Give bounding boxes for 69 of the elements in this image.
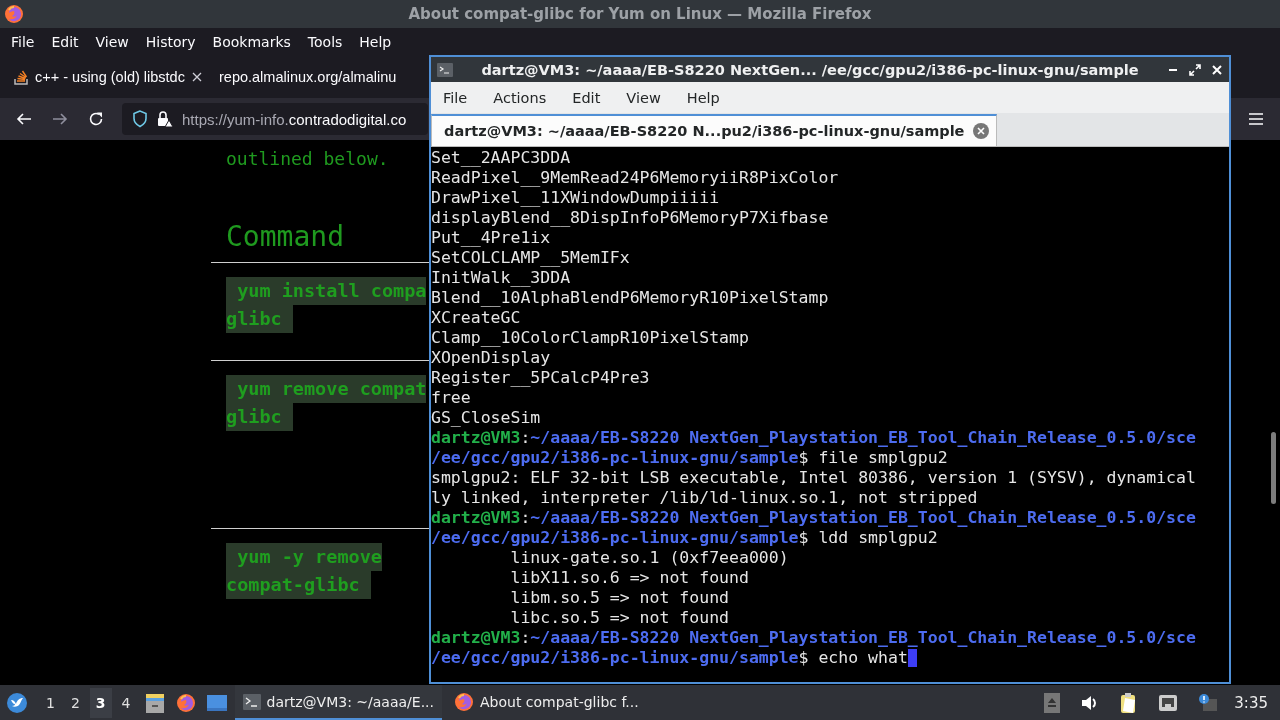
terminal-text: $ ldd smplgpu2	[798, 528, 938, 548]
code-snippet: yum install compa	[226, 277, 427, 305]
code-snippet: glibc	[226, 403, 293, 431]
terminal-text: :	[520, 428, 531, 448]
code-snippet: glibc	[226, 305, 293, 333]
terminal-text: :	[520, 508, 531, 528]
terminal-text: linux-gate.so.1 (0xf7eea000)	[509, 548, 789, 568]
code-snippet: yum remove compat	[226, 375, 427, 403]
menu-item[interactable]: Help	[352, 32, 402, 52]
prompt-path: /ee/gcc/gpu2/i386-pc-linux-gnu/sample	[431, 528, 799, 548]
terminal-text: free	[431, 388, 471, 408]
terminal-text: Set__2AAPC3DDA	[431, 148, 571, 168]
taskbar-task[interactable]: dartz@VM3: ~/aaaa/E...	[234, 685, 442, 720]
menu-item[interactable]: File	[433, 89, 478, 106]
workspace-button[interactable]: 2	[64, 687, 86, 718]
terminal-text: GS_CloseSim	[431, 408, 541, 428]
terminal-text: displayBlend__8DispInfoP6MemoryP7Xifbase	[431, 208, 829, 228]
menu-item[interactable]: Edit	[562, 89, 611, 106]
menu-item[interactable]: Edit	[44, 32, 89, 52]
window-title: dartz@VM3: ~/aaaa/EB-S8220 NextGen... /ee/gcc/gpu2/i386-pc-linux-gnu/sample	[480, 61, 1140, 78]
menu-item[interactable]: View	[616, 89, 671, 106]
terminal-text: libc.so.5 => not found	[509, 608, 729, 628]
workspace-button[interactable]: 4	[115, 687, 137, 718]
menu-item[interactable]: File	[4, 32, 45, 52]
terminal-text: Blend__10AlphaBlendP6MemoryR10PixelStamp	[431, 288, 829, 308]
terminal-text: Put__4Pre1ix	[431, 228, 551, 248]
paragraph: outlined below.	[226, 148, 390, 169]
menu-item[interactable]: Actions	[483, 89, 557, 106]
prompt-path: /ee/gcc/gpu2/i386-pc-linux-gnu/sample	[431, 448, 799, 468]
prompt-path: ~/aaaa/EB-S8220 NextGen_Playstation_EB_Tool_Chain_Release_0.5.0/sce	[530, 628, 1196, 648]
terminal-text: ReadPixel__9MemRead24P6MemoryiiR8PixColor	[431, 168, 839, 188]
terminal-text: XCreateGC	[431, 308, 521, 328]
browser-tab[interactable]: c++ - using (old) libstdc	[6, 60, 211, 94]
terminal-text: libX11.so.6 => not found	[509, 568, 749, 588]
workspace-button[interactable]: 3	[89, 687, 112, 718]
terminal-text: ly linked, interpreter /lib/ld-linux.so.1, not stripped	[431, 488, 978, 508]
terminal-text: DrawPixel__11XWindowDumpiiiii	[431, 188, 720, 208]
url-text: https://yum-info.contradodigital.co	[182, 110, 407, 128]
terminal-text: :	[520, 628, 531, 648]
terminal-tab[interactable]: dartz@VM3: ~/aaaa/EB-S8220 N...pu2/i386-pc-linux-gnu/sample	[431, 114, 998, 146]
terminal-text: $ file smplgpu2	[798, 448, 948, 468]
address-bar[interactable]: https://yum-info.contradodigital.co	[122, 103, 428, 135]
terminal-text: $ echo what	[798, 648, 908, 668]
terminal-text: smplgpu2: ELF 32-bit LSB executable, Intel 80386, version 1 (SYSV), dynamical	[431, 468, 1196, 488]
terminal-text: InitWalk__3DDA	[431, 268, 571, 288]
terminal-text: SetCOLCLAMP__5MemIFx	[431, 248, 630, 268]
workspace-button[interactable]: 1	[40, 687, 61, 718]
prompt-user: dartz@VM3	[431, 428, 521, 448]
terminal-text: Register__5PCalcP4Pre3	[431, 368, 650, 388]
menu-item[interactable]: Tools	[300, 32, 353, 52]
code-snippet: yum -y remove	[226, 543, 382, 571]
window-title: About compat-glibc for Yum on Linux — Mozilla Firefox	[408, 5, 872, 23]
terminal-text: XOpenDisplay	[431, 348, 551, 368]
prompt-user: dartz@VM3	[431, 508, 521, 528]
menu-item[interactable]: View	[88, 32, 139, 52]
menu-item[interactable]: Help	[676, 89, 730, 106]
heading: Command	[226, 219, 345, 255]
prompt-path: ~/aaaa/EB-S8220 NextGen_Playstation_EB_Tool_Chain_Release_0.5.0/sce	[530, 508, 1196, 528]
menu-item[interactable]: Bookmarks	[205, 32, 301, 52]
menu-item[interactable]: History	[138, 32, 206, 52]
terminal-text: Clamp__10ColorClampR10PixelStamp	[431, 328, 749, 348]
terminal-text: libm.so.5 => not found	[509, 588, 729, 608]
taskbar-task[interactable]: About compat-glibc f...	[446, 685, 647, 720]
prompt-path: /ee/gcc/gpu2/i386-pc-linux-gnu/sample	[431, 648, 799, 668]
code-snippet: compat-glibc	[226, 571, 371, 599]
browser-tab[interactable]: repo.almalinux.org/almalinu	[211, 60, 416, 94]
clock: 3:35	[1234, 693, 1268, 712]
prompt-user: dartz@VM3	[431, 628, 521, 648]
prompt-path: ~/aaaa/EB-S8220 NextGen_Playstation_EB_Tool_Chain_Release_0.5.0/sce	[530, 428, 1196, 448]
